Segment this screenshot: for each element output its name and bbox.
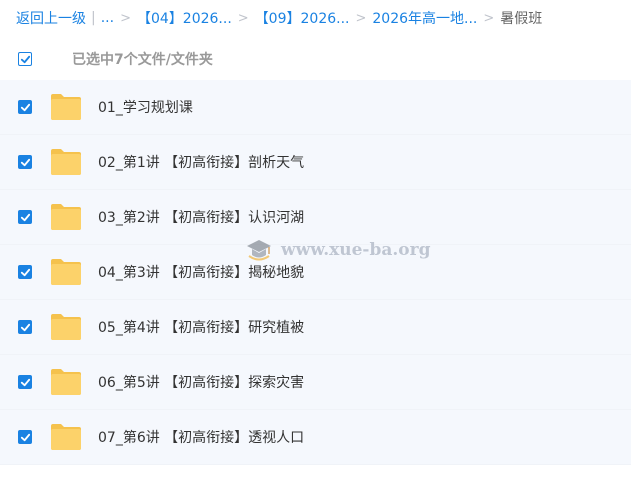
folder-icon — [51, 94, 81, 120]
item-checkbox[interactable] — [18, 100, 32, 114]
selection-count: 已选中7个文件/文件夹 — [72, 52, 213, 68]
breadcrumb-item-1[interactable]: 【04】2026... — [137, 8, 232, 28]
list-item[interactable]: 01_学习规划课 — [0, 80, 631, 135]
chevron-right-icon: > — [237, 10, 249, 26]
selection-bar: 已选中7个文件/文件夹 — [0, 40, 631, 78]
item-checkbox[interactable] — [18, 155, 32, 169]
item-checkbox[interactable] — [18, 265, 32, 279]
file-name[interactable]: 06_第5讲 【初高衔接】探索灾害 — [98, 372, 304, 392]
list-item[interactable]: 04_第3讲 【初高衔接】揭秘地貌 — [0, 245, 631, 300]
breadcrumb-item-2[interactable]: 【09】2026... — [255, 8, 350, 28]
list-item[interactable]: 07_第6讲 【初高衔接】透视人口 — [0, 410, 631, 465]
breadcrumb-current: 暑假班 — [500, 11, 543, 27]
breadcrumb: 返回上一级 | ... > 【04】2026... > 【09】2026... … — [0, 0, 631, 36]
file-name[interactable]: 04_第3讲 【初高衔接】揭秘地貌 — [98, 262, 304, 282]
file-name[interactable]: 03_第2讲 【初高衔接】认识河湖 — [98, 207, 304, 227]
folder-icon — [51, 204, 81, 230]
check-icon — [20, 323, 30, 331]
folder-icon — [51, 259, 81, 285]
file-name[interactable]: 05_第4讲 【初高衔接】研究植被 — [98, 317, 304, 337]
check-icon — [20, 433, 30, 441]
folder-icon — [51, 149, 81, 175]
list-item[interactable]: 05_第4讲 【初高衔接】研究植被 — [0, 300, 631, 355]
select-all-checkbox[interactable] — [18, 52, 32, 66]
folder-icon — [51, 424, 81, 450]
list-item[interactable]: 06_第5讲 【初高衔接】探索灾害 — [0, 355, 631, 410]
breadcrumb-item-3[interactable]: 2026年高一地... — [372, 8, 477, 28]
file-list: 01_学习规划课 02_第1讲 【初高衔接】剖析天气 03_第2讲 【初高衔接】认识… — [0, 80, 631, 465]
item-checkbox[interactable] — [18, 375, 32, 389]
folder-icon — [51, 314, 81, 340]
chevron-right-icon: > — [120, 10, 131, 26]
check-icon — [20, 268, 30, 276]
check-icon — [20, 158, 30, 166]
check-icon — [20, 378, 30, 386]
check-icon — [20, 103, 30, 111]
check-icon — [20, 213, 30, 221]
chevron-right-icon: > — [355, 10, 367, 26]
item-checkbox[interactable] — [18, 210, 32, 224]
list-item[interactable]: 02_第1讲 【初高衔接】剖析天气 — [0, 135, 631, 190]
file-name[interactable]: 07_第6讲 【初高衔接】透视人口 — [98, 427, 304, 447]
file-name[interactable]: 02_第1讲 【初高衔接】剖析天气 — [98, 152, 304, 172]
item-checkbox[interactable] — [18, 430, 32, 444]
check-icon — [20, 55, 30, 63]
folder-icon — [51, 369, 81, 395]
list-item[interactable]: 03_第2讲 【初高衔接】认识河湖 — [0, 190, 631, 245]
back-link[interactable]: 返回上一级 — [16, 8, 86, 28]
breadcrumb-ellipsis[interactable]: ... — [101, 10, 114, 26]
item-checkbox[interactable] — [18, 320, 32, 334]
breadcrumb-divider: | — [91, 10, 96, 26]
file-name[interactable]: 01_学习规划课 — [98, 97, 193, 117]
chevron-right-icon: > — [483, 10, 495, 26]
